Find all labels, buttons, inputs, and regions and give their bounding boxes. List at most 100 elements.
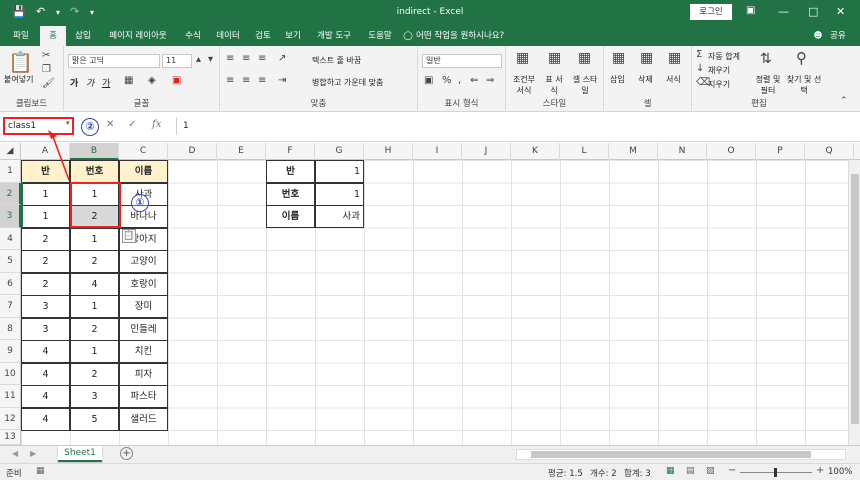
row-header-1[interactable]: 1 (0, 160, 21, 183)
increase-decimal-icon[interactable]: ⇐ (470, 75, 478, 86)
align-top-icon[interactable]: ≡ (226, 53, 234, 64)
increase-font-icon[interactable]: ▴ (196, 54, 201, 65)
column-header-p[interactable]: P (756, 143, 805, 160)
cell-a5[interactable]: 2 (21, 250, 70, 273)
font-size-select[interactable]: 11 (162, 54, 192, 68)
cell-styles-icon[interactable]: ▦ (578, 50, 591, 66)
row-header-11[interactable]: 11 (0, 385, 21, 408)
cell-b8[interactable]: 2 (70, 317, 119, 341)
row-header-8[interactable]: 8 (0, 317, 21, 340)
delete-cells-button[interactable]: 삭제 (638, 74, 653, 85)
row-header-5[interactable]: 5 (0, 250, 21, 273)
cell-b5[interactable]: 2 (70, 250, 119, 273)
cell-c8[interactable]: 민들레 (119, 317, 168, 341)
cell-g3[interactable]: 사과 (315, 205, 364, 228)
horizontal-scroll-thumb[interactable] (531, 451, 811, 458)
row-header-12[interactable]: 12 (0, 407, 21, 430)
formula-input[interactable]: 1 (176, 117, 856, 135)
column-header-q[interactable]: Q (805, 143, 854, 160)
row-header-3[interactable]: 3 (0, 205, 21, 228)
insert-cells-button[interactable]: 삽입 (610, 74, 625, 85)
underline-button[interactable]: 가 (102, 76, 110, 89)
column-header-d[interactable]: D (168, 143, 217, 160)
add-sheet-icon[interactable]: + (120, 447, 133, 460)
sort-filter-icon[interactable]: ⇅ (760, 51, 772, 67)
column-header-g[interactable]: G (315, 143, 364, 160)
next-sheet-icon[interactable]: ▶ (30, 449, 36, 458)
cell-f1[interactable]: 반 (266, 160, 315, 183)
sort-filter-button[interactable]: 정렬 및 필터 (754, 74, 782, 96)
autosum-icon[interactable]: Σ (696, 49, 702, 60)
font-name-select[interactable]: 맑은 고딕 (68, 54, 160, 68)
tab-view[interactable]: 보기 (280, 26, 306, 46)
column-header-f[interactable]: F (266, 143, 315, 160)
zoom-slider-thumb[interactable] (774, 468, 777, 477)
cancel-icon[interactable]: ✕ (106, 119, 114, 130)
font-color-icon[interactable]: ▣ (172, 75, 181, 86)
fill-icon[interactable]: ↓ (696, 63, 704, 74)
name-box[interactable]: class1 (3, 117, 74, 135)
copy-icon[interactable]: ❐ (42, 64, 51, 75)
sheet-tab-sheet1[interactable]: Sheet1 (58, 446, 102, 462)
delete-cells-icon[interactable]: ▦ (640, 50, 653, 66)
cell-c9[interactable]: 치킨 (119, 340, 168, 363)
page-break-view-icon[interactable]: ▧ (706, 466, 715, 476)
cell-a12[interactable]: 4 (21, 407, 70, 431)
row-header-9[interactable]: 9 (0, 340, 21, 363)
cell-b4[interactable]: 1 (70, 227, 119, 251)
clear-button[interactable]: 지우기 (708, 79, 730, 90)
cell-g1[interactable]: 1 (315, 160, 364, 183)
row-header-4[interactable]: 4 (0, 227, 21, 250)
fill-button[interactable]: 채우기 (708, 65, 730, 76)
currency-icon[interactable]: ▣ (424, 75, 433, 86)
cell-b11[interactable]: 3 (70, 385, 119, 408)
wrap-text-button[interactable]: 텍스트 줄 바꿈 (312, 55, 361, 66)
percent-icon[interactable]: % (442, 75, 452, 86)
vertical-scrollbar[interactable] (848, 160, 860, 445)
cell-a2[interactable]: 1 (21, 182, 70, 206)
cell-a11[interactable]: 4 (21, 385, 70, 408)
row-header-10[interactable]: 10 (0, 362, 21, 385)
maximize-icon[interactable]: □ (808, 5, 818, 18)
cell-b9[interactable]: 1 (70, 340, 119, 363)
cell-b2[interactable]: 1 (70, 182, 119, 206)
comma-icon[interactable]: , (458, 75, 461, 86)
enter-icon[interactable]: ✓ (128, 119, 136, 130)
column-header-l[interactable]: L (560, 143, 609, 160)
row-header-2[interactable]: 2 (0, 182, 21, 205)
italic-button[interactable]: 가 (86, 76, 94, 89)
cell-c11[interactable]: 파스타 (119, 385, 168, 408)
align-bottom-icon[interactable]: ≡ (258, 53, 266, 64)
tab-formulas[interactable]: 수식 (178, 26, 208, 46)
cell-a4[interactable]: 2 (21, 227, 70, 251)
name-box-dropdown-icon[interactable]: ▾ (66, 119, 70, 127)
column-header-h[interactable]: H (364, 143, 413, 160)
tab-review[interactable]: 검토 (250, 26, 276, 46)
tab-developer[interactable]: 개발 도구 (310, 26, 358, 46)
align-right-icon[interactable]: ≡ (258, 75, 266, 86)
autosum-button[interactable]: 자동 합계 (708, 51, 740, 62)
cell-c5[interactable]: 고양이 (119, 250, 168, 273)
cell-c12[interactable]: 샐러드 (119, 407, 168, 431)
column-header-a[interactable]: A (21, 143, 70, 160)
column-header-m[interactable]: M (609, 143, 658, 160)
cell-a9[interactable]: 4 (21, 340, 70, 363)
cell-a8[interactable]: 3 (21, 317, 70, 341)
indent-icon[interactable]: ⇥ (278, 75, 286, 86)
insert-cells-icon[interactable]: ▦ (612, 50, 625, 66)
paste-icon[interactable]: 📋 (8, 50, 33, 74)
bold-button[interactable]: 가 (70, 76, 78, 89)
cell-b12[interactable]: 5 (70, 407, 119, 431)
orientation-icon[interactable]: ↗ (278, 53, 286, 64)
share-button[interactable]: 공유 (826, 26, 850, 46)
cell-a1[interactable]: 반 (21, 160, 70, 183)
column-header-n[interactable]: N (658, 143, 707, 160)
login-button[interactable]: 로그인 (690, 4, 732, 20)
column-header-e[interactable]: E (217, 143, 266, 160)
cell-b6[interactable]: 4 (70, 272, 119, 296)
cell-b1[interactable]: 번호 (70, 160, 119, 183)
cell-c1[interactable]: 이름 (119, 160, 168, 183)
collapse-ribbon-icon[interactable]: ⌃ (840, 96, 848, 106)
tell-me-input[interactable]: 어떤 작업을 원하시나요? (416, 26, 534, 46)
column-header-o[interactable]: O (707, 143, 756, 160)
